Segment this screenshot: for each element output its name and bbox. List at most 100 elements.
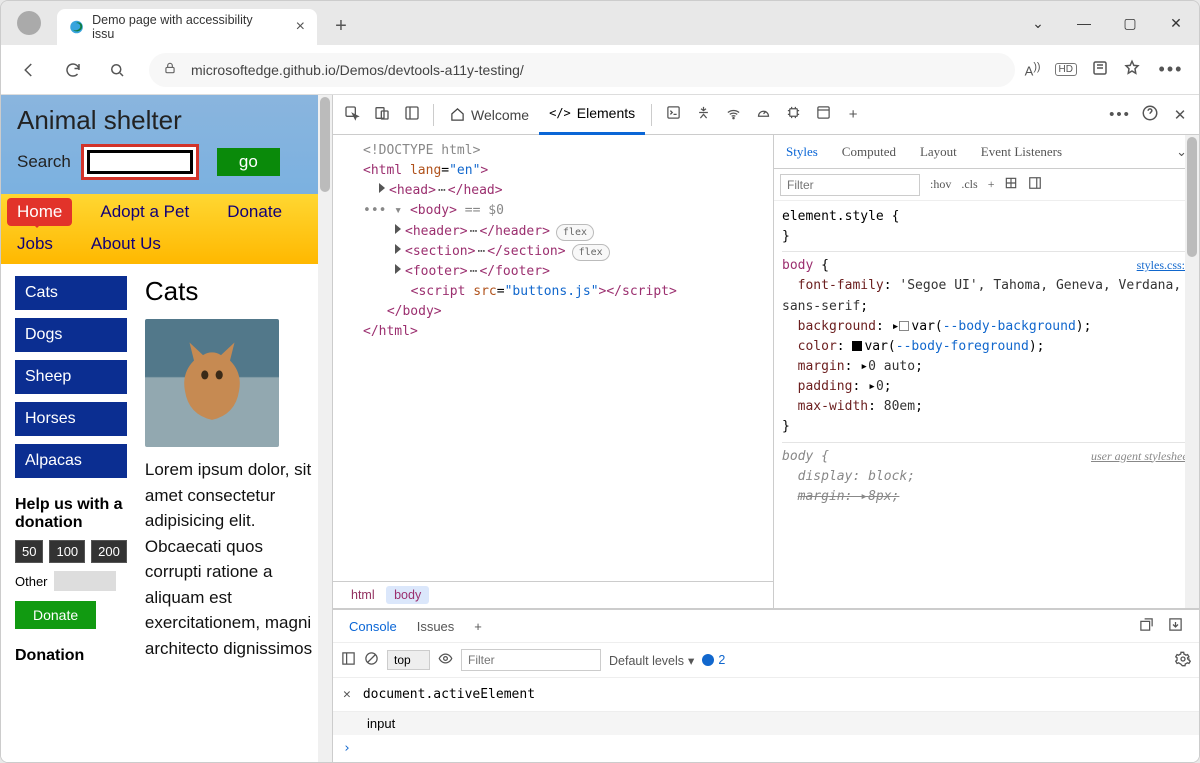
- tab-welcome[interactable]: Welcome: [440, 95, 539, 135]
- crumb-body[interactable]: body: [386, 586, 429, 604]
- devtools-more-icon[interactable]: •••: [1105, 106, 1135, 123]
- amount-100[interactable]: 100: [49, 540, 85, 563]
- live-expression-icon[interactable]: [438, 651, 453, 669]
- caret-down-icon[interactable]: ⌄: [1015, 1, 1061, 45]
- expression-result: input: [367, 716, 395, 731]
- drawer-add-tab[interactable]: +: [464, 619, 492, 634]
- window-titlebar: Demo page with accessibility issu × + ⌄ …: [1, 1, 1199, 45]
- breadcrumbs: html body: [333, 581, 773, 608]
- crumb-html[interactable]: html: [343, 586, 383, 604]
- hov-toggle[interactable]: :hov: [930, 177, 951, 192]
- dock-icon[interactable]: [397, 105, 427, 125]
- network-icon[interactable]: [718, 105, 748, 124]
- go-button[interactable]: go: [217, 148, 280, 176]
- log-levels-select[interactable]: Default levels: [609, 653, 694, 668]
- drawer-tab-console[interactable]: Console: [339, 619, 407, 634]
- nav-adopt[interactable]: Adopt a Pet: [90, 198, 199, 226]
- console-filter-input[interactable]: [461, 649, 601, 671]
- issues-badge[interactable]: 2: [702, 653, 725, 667]
- side-alpacas[interactable]: Alpacas: [15, 444, 127, 478]
- profile-avatar[interactable]: [17, 11, 41, 35]
- inspect-icon[interactable]: [337, 105, 367, 125]
- nav-about[interactable]: About Us: [81, 230, 171, 258]
- tab-elements[interactable]: </>Elements: [539, 95, 645, 135]
- more-menu-button[interactable]: •••: [1149, 48, 1193, 92]
- console-context-select[interactable]: top: [387, 650, 430, 670]
- console-drawer: Console Issues + top Default levels 2: [333, 608, 1199, 762]
- back-button[interactable]: [7, 48, 51, 92]
- content-heading: Cats: [145, 276, 324, 307]
- console-prompt[interactable]: ›: [333, 735, 1199, 762]
- cls-toggle[interactable]: .cls: [961, 177, 977, 192]
- page-scrollbar[interactable]: [318, 95, 332, 762]
- donate-button[interactable]: Donate: [15, 601, 96, 629]
- expression-text[interactable]: document.activeElement: [363, 687, 535, 702]
- styles-tab-event[interactable]: Event Listeners: [969, 135, 1074, 169]
- side-dogs[interactable]: Dogs: [15, 318, 127, 352]
- memory-icon[interactable]: [778, 105, 808, 124]
- clear-console-icon[interactable]: [364, 651, 379, 669]
- application-icon[interactable]: [808, 105, 838, 124]
- favorite-icon[interactable]: [1123, 59, 1141, 80]
- devtools-help-icon[interactable]: [1135, 104, 1165, 126]
- main-nav: Home Adopt a Pet Donate Jobs About Us: [1, 194, 332, 264]
- dom-tree[interactable]: <!DOCTYPE html> <html lang="en"> <head>⋯…: [333, 135, 773, 581]
- ua-label: user agent stylesheet: [1091, 447, 1191, 466]
- performance-icon[interactable]: [748, 105, 778, 124]
- drawer-tab-issues[interactable]: Issues: [407, 619, 465, 634]
- source-link[interactable]: styles.css:1: [1137, 256, 1191, 275]
- live-expression-row: ✕ document.activeElement: [333, 678, 1199, 712]
- new-tab-button[interactable]: +: [327, 12, 355, 40]
- amount-50[interactable]: 50: [15, 540, 43, 563]
- search-button[interactable]: [95, 48, 139, 92]
- new-rule-icon[interactable]: +: [988, 177, 995, 192]
- nav-donate[interactable]: Donate: [217, 198, 292, 226]
- url-field[interactable]: microsoftedge.github.io/Demos/devtools-a…: [149, 53, 1015, 87]
- maximize-button[interactable]: ▢: [1107, 1, 1153, 45]
- console-settings-icon[interactable]: [1175, 651, 1191, 670]
- nav-home[interactable]: Home: [7, 198, 72, 226]
- page-title: Animal shelter: [17, 105, 316, 136]
- page-viewport: Animal shelter Search go Home Adopt a Pe…: [1, 95, 332, 762]
- minimize-button[interactable]: —: [1061, 1, 1107, 45]
- browser-tab[interactable]: Demo page with accessibility issu ×: [57, 9, 317, 45]
- computed-toggle-icon[interactable]: [1028, 176, 1042, 194]
- side-sheep[interactable]: Sheep: [15, 360, 127, 394]
- console-icon[interactable]: [658, 105, 688, 124]
- styles-panel: Styles Computed Layout Event Listeners ⌄…: [774, 135, 1199, 608]
- side-cats[interactable]: Cats: [15, 276, 127, 310]
- nav-jobs[interactable]: Jobs: [7, 230, 63, 258]
- more-tabs-icon[interactable]: +: [838, 106, 868, 123]
- cat-image: [145, 319, 279, 447]
- styles-tab-computed[interactable]: Computed: [830, 135, 908, 169]
- elements-panel: <!DOCTYPE html> <html lang="en"> <head>⋯…: [333, 135, 774, 608]
- side-horses[interactable]: Horses: [15, 402, 127, 436]
- drawer-collapse-icon[interactable]: [1168, 617, 1183, 635]
- drawer-popout-icon[interactable]: [1139, 617, 1154, 635]
- styles-tab-layout[interactable]: Layout: [908, 135, 969, 169]
- reader-icon[interactable]: [1091, 59, 1109, 80]
- edge-icon: [69, 19, 84, 35]
- styles-tab-styles[interactable]: Styles: [774, 135, 830, 169]
- flex-editor-icon[interactable]: [1004, 176, 1018, 194]
- styles-filter-input[interactable]: [780, 174, 920, 196]
- dom-doctype: <!DOCTYPE html>: [363, 141, 767, 161]
- address-bar: microsoftedge.github.io/Demos/devtools-a…: [1, 45, 1199, 95]
- lock-icon: [163, 61, 177, 78]
- style-rules[interactable]: element.style { } styles.css:1body { fon…: [774, 201, 1199, 608]
- devtools-toolbar: Welcome </>Elements + ••• ✕: [333, 95, 1199, 135]
- tab-close-icon[interactable]: ×: [296, 18, 305, 36]
- search-input[interactable]: [87, 150, 193, 174]
- sources-icon[interactable]: [688, 105, 718, 124]
- read-aloud-icon[interactable]: A)): [1025, 61, 1041, 78]
- console-sidebar-icon[interactable]: [341, 651, 356, 669]
- device-toggle-icon[interactable]: [367, 105, 397, 125]
- hd-icon[interactable]: HD: [1055, 63, 1077, 76]
- close-window-button[interactable]: ✕: [1153, 1, 1199, 45]
- remove-expression-icon[interactable]: ✕: [343, 687, 351, 702]
- other-amount-input[interactable]: [54, 571, 116, 591]
- refresh-button[interactable]: [51, 48, 95, 92]
- amount-200[interactable]: 200: [91, 540, 127, 563]
- styles-scrollbar[interactable]: [1185, 135, 1199, 608]
- devtools-close-icon[interactable]: ✕: [1165, 106, 1195, 124]
